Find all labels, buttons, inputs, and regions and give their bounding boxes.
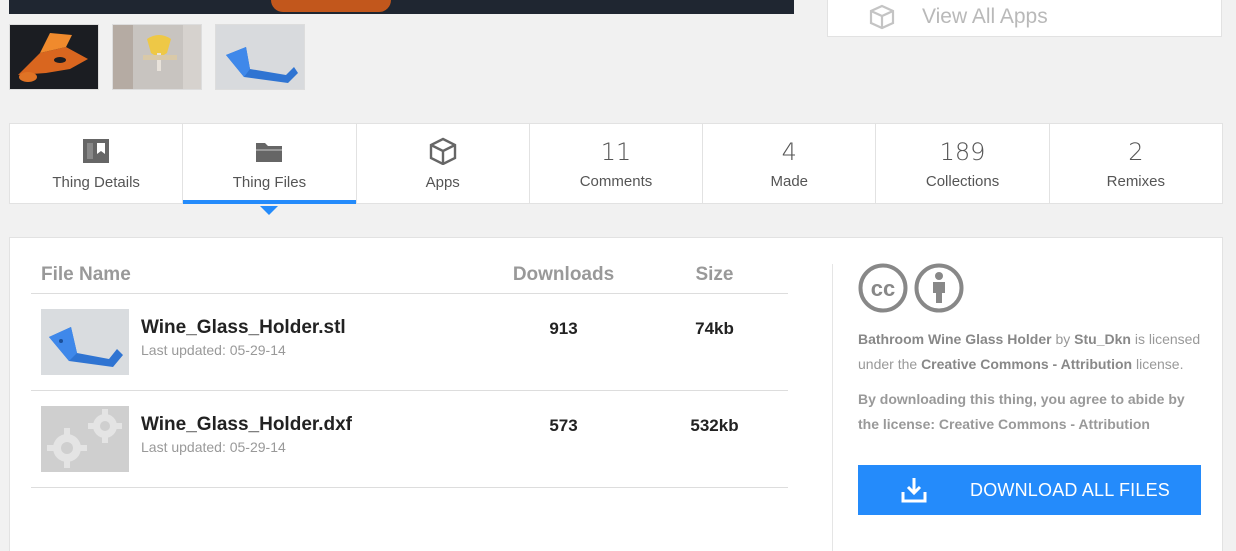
file-downloads: 573: [549, 416, 578, 435]
folder-icon: [255, 136, 283, 166]
header-size: Size: [695, 264, 734, 285]
view-all-apps-button[interactable]: View All Apps: [827, 0, 1222, 37]
thing-tabs: Thing Details Thing Files Apps 11 Commen…: [9, 123, 1223, 215]
thumbnail-glass-photo[interactable]: [112, 24, 202, 90]
tab-thing-details[interactable]: Thing Details: [10, 124, 184, 203]
license-name-link[interactable]: Creative Commons - Attribution: [921, 356, 1132, 372]
file-size: 532kb: [690, 416, 739, 435]
table-row[interactable]: Wine_Glass_Holder.stl Last updated: 05-2…: [31, 294, 788, 391]
files-panel: File Name Downloads Size Wine_Glass_Hold…: [9, 237, 1223, 551]
license-box: cc Bathroom Wine Glass Holder by Stu_Dkn…: [858, 263, 1203, 515]
remixes-count: 2: [1128, 138, 1144, 166]
attribution-icon[interactable]: [914, 263, 964, 313]
file-name-link[interactable]: Wine_Glass_Holder.stl: [141, 317, 346, 339]
header-file-name: File Name: [41, 264, 131, 285]
license-text: Bathroom Wine Glass Holder by Stu_Dkn is…: [858, 327, 1203, 377]
main-image-object: [271, 0, 391, 12]
license-suffix: license.: [1136, 356, 1184, 372]
file-name-link[interactable]: Wine_Glass_Holder.dxf: [141, 414, 352, 436]
tab-apps[interactable]: Apps: [357, 124, 530, 203]
author-link[interactable]: Stu_Dkn: [1074, 331, 1131, 347]
tab-label: Made: [770, 173, 809, 190]
thumbnail-blue-holder[interactable]: [215, 24, 305, 90]
collections-count: 189: [939, 138, 986, 166]
tab-label: Collections: [925, 173, 1000, 190]
table-row[interactable]: Wine_Glass_Holder.dxf Last updated: 05-2…: [31, 391, 788, 488]
download-icon: [858, 476, 970, 504]
tab-comments[interactable]: 11 Comments: [530, 124, 704, 203]
comments-count: 11: [600, 138, 632, 166]
license-by: by: [1055, 331, 1071, 347]
cc-icon[interactable]: cc: [858, 263, 908, 313]
thumbnail-strip: [9, 24, 305, 90]
file-updated: Last updated: 05-29-14: [141, 439, 286, 455]
file-size: 74kb: [695, 319, 734, 338]
file-updated: Last updated: 05-29-14: [141, 342, 286, 358]
tab-collections[interactable]: 189 Collections: [876, 124, 1050, 203]
thing-name-link[interactable]: Bathroom Wine Glass Holder: [858, 331, 1052, 347]
tab-label: Thing Files: [232, 174, 307, 191]
tab-label: Apps: [425, 174, 460, 191]
files-table: File Name Downloads Size Wine_Glass_Hold…: [31, 238, 788, 488]
license-icons: cc: [858, 263, 1203, 313]
panel-divider: [832, 264, 833, 551]
tab-made[interactable]: 4 Made: [703, 124, 877, 203]
download-all-label: DOWNLOAD ALL FILES: [970, 479, 1170, 500]
tab-label: Thing Details: [52, 174, 140, 191]
cube-icon: [868, 3, 896, 31]
tab-label: Remixes: [1106, 173, 1165, 190]
tab-label: Comments: [579, 173, 653, 190]
view-all-apps-label: View All Apps: [922, 4, 1048, 28]
file-thumbnail-placeholder[interactable]: [41, 406, 129, 472]
license-agree-text: By downloading this thing, you agree to …: [858, 391, 1185, 432]
made-count: 4: [781, 138, 797, 166]
thumbnail-orange-holder[interactable]: [9, 24, 99, 90]
files-table-header: File Name Downloads Size: [31, 238, 788, 294]
main-image: [9, 0, 794, 14]
details-icon: [82, 136, 110, 166]
active-tab-pointer: [260, 206, 279, 215]
file-downloads: 913: [549, 319, 578, 338]
cube-icon: [429, 136, 457, 166]
header-downloads: Downloads: [512, 264, 615, 285]
download-all-button[interactable]: DOWNLOAD ALL FILES: [858, 465, 1201, 515]
file-thumbnail[interactable]: [41, 309, 129, 375]
tab-thing-files[interactable]: Thing Files: [183, 124, 357, 215]
svg-text:cc: cc: [871, 276, 895, 301]
tab-remixes[interactable]: 2 Remixes: [1050, 124, 1222, 203]
